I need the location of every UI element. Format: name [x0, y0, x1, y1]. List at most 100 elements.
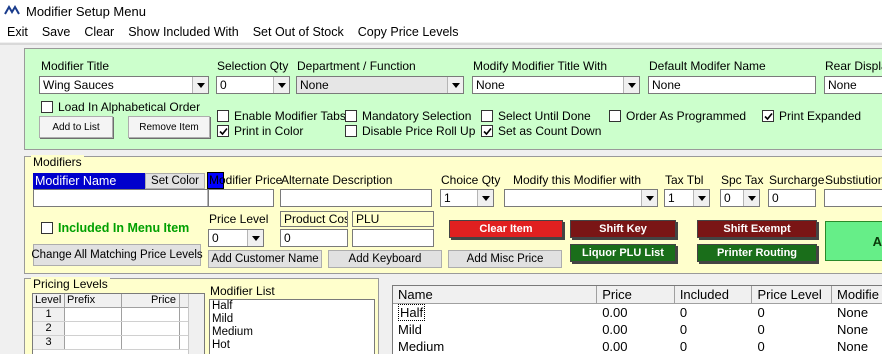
printer-routing-button[interactable]: Printer Routing [697, 244, 817, 262]
chevron-down-icon [641, 190, 657, 206]
menu-divider [0, 43, 882, 45]
chevron-down-icon [693, 190, 709, 206]
modify-this-modifier-label: Modify this Modifier with [513, 173, 642, 187]
chevron-down-icon [247, 230, 263, 246]
chevron-down-icon [623, 77, 639, 93]
add-customer-name-button[interactable]: Add Customer Name [208, 250, 322, 268]
plu-label: PLU [352, 211, 434, 227]
grid-row[interactable]: 3 [33, 336, 204, 350]
shift-key-button[interactable]: Shift Key [570, 220, 676, 238]
pricing-levels-grid[interactable]: Level Prefix Price 1 2 3 [32, 293, 205, 354]
grid-row[interactable]: 2 [33, 322, 204, 336]
mandatory-selection-checkbox[interactable]: Mandatory Selection [345, 109, 471, 123]
menu-clear[interactable]: Clear [77, 25, 121, 39]
price-level-label: Price Level [209, 212, 269, 226]
remove-item-button[interactable]: Remove Item [128, 116, 210, 138]
surcharge-input[interactable]: 0 [768, 189, 816, 207]
add-modifier-button[interactable]: Ad [825, 221, 882, 261]
alternate-description-label: Alternate Description [281, 173, 393, 187]
modifier-listbox[interactable]: Half Mild Medium Hot [209, 299, 375, 354]
plu-input[interactable] [352, 229, 434, 247]
rear-display-input[interactable]: None [824, 76, 882, 94]
column-price-level[interactable]: Price Level [752, 286, 833, 303]
modify-this-modifier-dropdown[interactable] [504, 189, 658, 207]
print-in-color-checkbox[interactable]: Print in Color [217, 124, 303, 138]
column-name[interactable]: Name [393, 286, 598, 303]
substitution-label: Substiution M [825, 173, 882, 187]
default-name-input[interactable]: None [648, 76, 816, 94]
table-header: Name Price Included Price Level Modifie [393, 286, 882, 304]
price-level-dropdown[interactable]: 0 [208, 229, 264, 247]
load-alphabetical-checkbox[interactable]: Load In Alphabetical Order [41, 100, 200, 114]
modifier-name-dropdown[interactable] [33, 189, 224, 207]
modify-title-with-label: Modify Modifier Title With [473, 59, 608, 73]
menu-show-included-with[interactable]: Show Included With [121, 25, 245, 39]
column-included[interactable]: Included [675, 286, 753, 303]
tax-tbl-dropdown[interactable]: 1 [664, 189, 710, 207]
list-item[interactable]: Hot [212, 339, 374, 352]
select-until-done-checkbox[interactable]: Select Until Done [481, 109, 591, 123]
modifiers-panel: Modifiers Modifier Name Set Color Modifi… [24, 155, 882, 274]
set-as-count-down-checkbox[interactable]: Set as Count Down [481, 124, 601, 138]
pricing-levels-title: Pricing Levels [31, 277, 110, 291]
menu-save[interactable]: Save [35, 25, 78, 39]
product-cost-label: Product Cost [280, 211, 348, 227]
checkmark-icon [483, 127, 492, 136]
set-color-button[interactable]: Set Color [145, 173, 205, 189]
table-row[interactable]: Medium 0.00 0 0 None [393, 338, 882, 354]
menu-copy-price-levels[interactable]: Copy Price Levels [351, 25, 466, 39]
add-keyboard-button[interactable]: Add Keyboard [328, 250, 442, 268]
list-item[interactable]: Medium [212, 326, 374, 339]
menu-bar: Exit Save Clear Show Included With Set O… [0, 22, 882, 42]
order-as-programmed-checkbox[interactable]: Order As Programmed [609, 109, 746, 123]
modifier-title-label: Modifier Title [41, 59, 110, 73]
chevron-down-icon [743, 190, 759, 206]
spc-tax-label: Spc Tax [721, 173, 764, 187]
modifier-title-dropdown[interactable]: Wing Sauces [39, 76, 209, 94]
change-all-price-levels-button[interactable]: Change All Matching Price Levels [31, 244, 203, 266]
chevron-down-icon [447, 77, 463, 93]
table-row[interactable]: Half 0.00 0 0 None [393, 304, 882, 321]
add-misc-price-button[interactable]: Add Misc Price [448, 250, 562, 268]
liquor-plu-list-button[interactable]: Liquor PLU List [570, 244, 676, 262]
column-price[interactable]: Price [597, 286, 675, 303]
substitution-input[interactable] [824, 189, 882, 207]
disable-price-rollup-checkbox[interactable]: Disable Price Roll Up [345, 124, 475, 138]
app-logo-icon [4, 5, 20, 15]
menu-exit[interactable]: Exit [0, 25, 35, 39]
modifier-price-input[interactable] [208, 189, 274, 207]
checkmark-icon [219, 127, 228, 136]
product-cost-input[interactable]: 0 [280, 229, 348, 247]
list-item[interactable]: Mild [212, 313, 374, 326]
grid-scrollbar[interactable] [188, 294, 204, 354]
column-modifier[interactable]: Modifie [832, 286, 882, 303]
list-item[interactable]: Half [212, 300, 374, 313]
modifier-table[interactable]: Name Price Included Price Level Modifie … [392, 285, 882, 354]
clear-item-button[interactable]: Clear Item [449, 220, 563, 238]
checkmark-icon [764, 112, 773, 121]
department-label: Department / Function [297, 59, 416, 73]
menu-set-out-of-stock[interactable]: Set Out of Stock [246, 25, 351, 39]
row-name-cell: Half [398, 304, 426, 321]
selection-qty-dropdown[interactable]: 0 [216, 76, 290, 94]
selection-qty-label: Selection Qty [217, 59, 289, 73]
choice-qty-dropdown[interactable]: 1 [440, 189, 494, 207]
modify-title-with-dropdown[interactable]: None [472, 76, 640, 94]
chevron-down-icon [192, 77, 208, 93]
pricing-levels-panel: Pricing Levels Level Prefix Price 1 2 3 … [24, 277, 379, 354]
alternate-description-input[interactable] [280, 189, 432, 207]
title-bar: Modifier Setup Menu [0, 0, 882, 22]
included-in-menu-item-checkbox[interactable]: Included In Menu Item [41, 221, 189, 235]
table-row[interactable]: Mild 0.00 0 0 None [393, 321, 882, 338]
print-expanded-checkbox[interactable]: Print Expanded [762, 109, 861, 123]
modifier-title-panel: Modifier Title Wing Sauces Selection Qty… [24, 48, 882, 150]
grid-row[interactable]: 1 [33, 308, 204, 322]
shift-exempt-button[interactable]: Shift Exempt [697, 220, 817, 238]
grid-header: Level Prefix Price [33, 294, 204, 308]
spc-tax-dropdown[interactable]: 0 [720, 189, 760, 207]
add-to-list-button[interactable]: Add to List [39, 116, 113, 138]
modifier-list-label: Modifier List [210, 284, 275, 298]
tax-tbl-label: Tax Tbl [665, 173, 704, 187]
department-dropdown[interactable]: None [296, 76, 464, 94]
enable-modifier-tabs-checkbox[interactable]: Enable Modifier Tabs [217, 109, 346, 123]
